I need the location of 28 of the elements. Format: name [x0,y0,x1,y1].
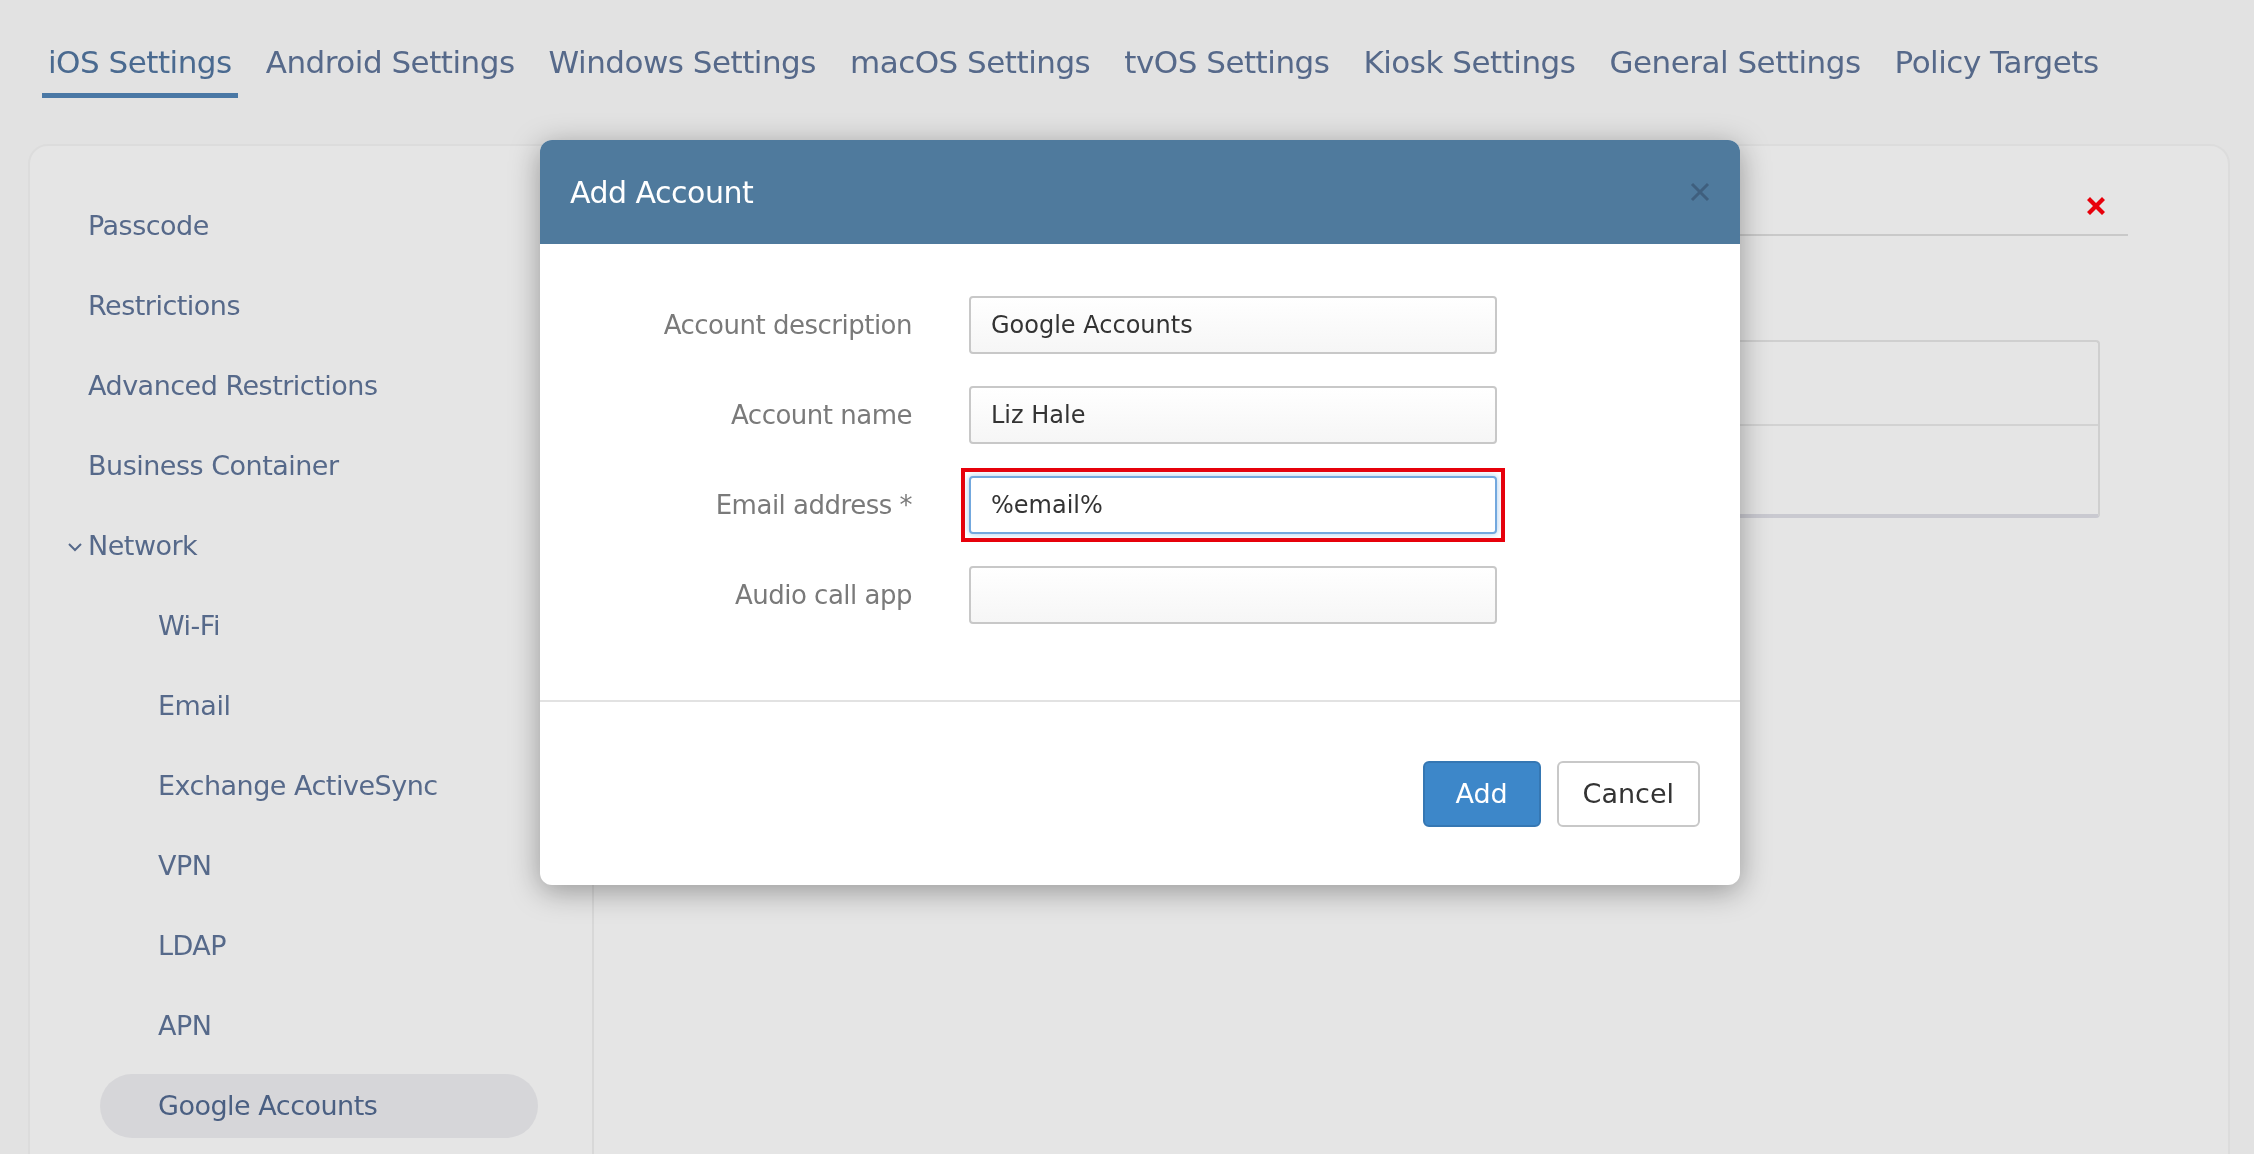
input-field[interactable]: %email% [969,476,1497,534]
settings-tab[interactable]: tvOS Settings [1118,40,1336,98]
input-field[interactable]: Google Accounts [969,296,1497,354]
settings-tab[interactable]: Windows Settings [542,40,822,98]
sidebar-item[interactable]: Email [100,674,538,738]
settings-tab[interactable]: Kiosk Settings [1357,40,1582,98]
settings-tab[interactable]: iOS Settings [42,40,238,98]
close-icon[interactable] [1690,182,1710,202]
settings-tab[interactable]: Policy Targets [1888,40,2105,98]
sidebar-item[interactable]: LDAP [100,914,538,978]
input-field[interactable]: Liz Hale [969,386,1497,444]
sidebar-item[interactable]: APN [100,994,538,1058]
add-button[interactable]: Add [1422,760,1541,827]
sidebar-item[interactable]: VPN [100,834,538,898]
settings-tab[interactable]: General Settings [1603,40,1867,98]
cancel-button[interactable]: Cancel [1556,760,1700,827]
sidebar-item[interactable]: Exchange ActiveSync [100,754,538,818]
settings-tab[interactable]: Android Settings [259,40,521,98]
sidebar-item[interactable]: Google Accounts [100,1074,538,1138]
dialog-title: Add Account [570,174,754,210]
settings-tab[interactable]: macOS Settings [843,40,1097,98]
input-field[interactable] [969,566,1497,624]
field-label: Audio call app [733,580,912,610]
field-label: Email address * [714,490,912,520]
sidebar-item[interactable]: Wi-Fi [100,594,538,658]
field-label: Account description [662,310,912,340]
field-label: Account name [730,400,912,430]
sidebar-item[interactable]: Network [30,514,592,578]
